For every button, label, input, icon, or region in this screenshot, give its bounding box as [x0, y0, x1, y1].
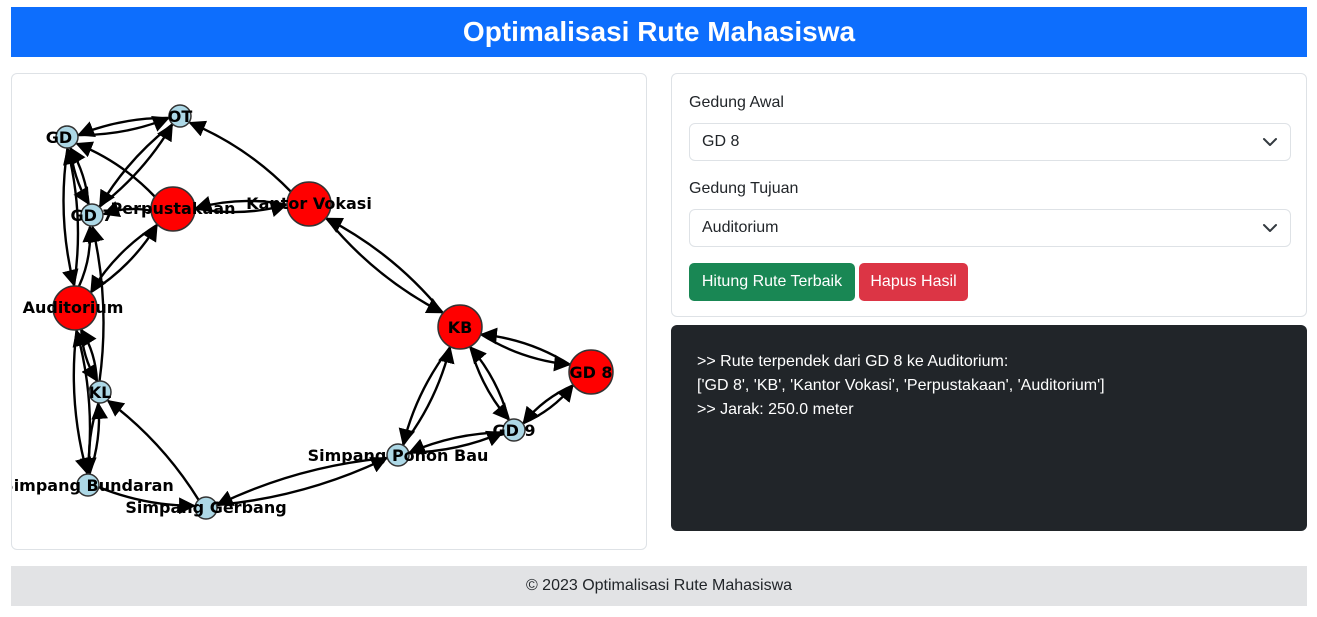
clear-result-button[interactable]: Hapus Hasil — [859, 263, 968, 301]
footer-text: © 2023 Optimalisasi Rute Mahasiswa — [525, 577, 793, 594]
graph-node-label: Kantor Vokasi — [246, 194, 372, 213]
start-building-label: Gedung Awal — [689, 94, 784, 111]
graph-node-label: Perpustakaan — [111, 199, 236, 218]
graph-node-label: GD — [46, 128, 72, 147]
graph-edge — [77, 225, 100, 287]
start-building-value: GD 8 — [702, 133, 740, 150]
route-graph: GD OT GD 7Perpustakaan Kantor Vokasi Auditor… — [12, 104, 614, 520]
chevron-down-icon — [1263, 224, 1277, 232]
graph-node-label: Simpang Pohon Bau — [308, 446, 489, 465]
graph-edge — [480, 327, 571, 366]
route-graph-panel: GD OT GD 7 Perpustakaan Kantor Vokasi Auditor… — [11, 73, 647, 550]
graph-edge — [188, 120, 292, 193]
graph-node-label: GD 7 — [70, 206, 113, 225]
result-console: >> Rute terpendek dari GD 8 ke Auditoriu… — [671, 325, 1307, 531]
graph-edge — [480, 333, 571, 372]
destination-building-label: Gedung Tujuan — [689, 180, 799, 197]
route-form: Gedung Awal GD 8 Gedung Tujuan Auditoriu… — [671, 73, 1307, 317]
result-route-path: ['GD 8', 'KB', 'Kantor Vokasi', 'Perpust… — [697, 377, 1105, 394]
graph-node-label: Simpang Bundaran — [12, 476, 174, 495]
destination-building-select[interactable]: Auditorium — [689, 209, 1291, 247]
graph-edge — [522, 384, 574, 425]
graph-node-label: KB — [448, 318, 473, 337]
graph-edge — [522, 384, 574, 425]
graph-edge — [80, 328, 99, 382]
graph-edge — [469, 346, 510, 421]
graph-node-label: Simpang Gerbang — [125, 498, 286, 517]
graph-node-label: GD 9 — [492, 421, 535, 440]
result-distance: >> Jarak: 250.0 meter — [697, 401, 854, 418]
graph-edge — [469, 346, 511, 421]
graph-edge — [325, 217, 444, 314]
chevron-down-icon — [1263, 138, 1277, 146]
calculate-route-button[interactable]: Hitung Rute Terbaik — [689, 263, 855, 301]
graph-edge — [398, 346, 452, 446]
page-title: Optimalisasi Rute Mahasiswa — [462, 16, 856, 47]
page-header: Optimalisasi Rute Mahasiswa — [11, 7, 1307, 57]
destination-building-value: Auditorium — [702, 219, 779, 236]
result-route-heading: >> Rute terpendek dari GD 8 ke Auditoriu… — [697, 353, 1009, 370]
graph-edge — [325, 217, 444, 314]
graph-edge — [401, 346, 455, 446]
graph-node-label: KL — [89, 383, 112, 402]
graph-node-label: GD 8 — [569, 363, 612, 382]
graph-node-label: OT — [168, 107, 193, 126]
graph-node-label: Auditorium — [23, 298, 124, 317]
start-building-select[interactable]: GD 8 — [689, 123, 1291, 161]
page-footer: © 2023 Optimalisasi Rute Mahasiswa — [11, 566, 1307, 606]
